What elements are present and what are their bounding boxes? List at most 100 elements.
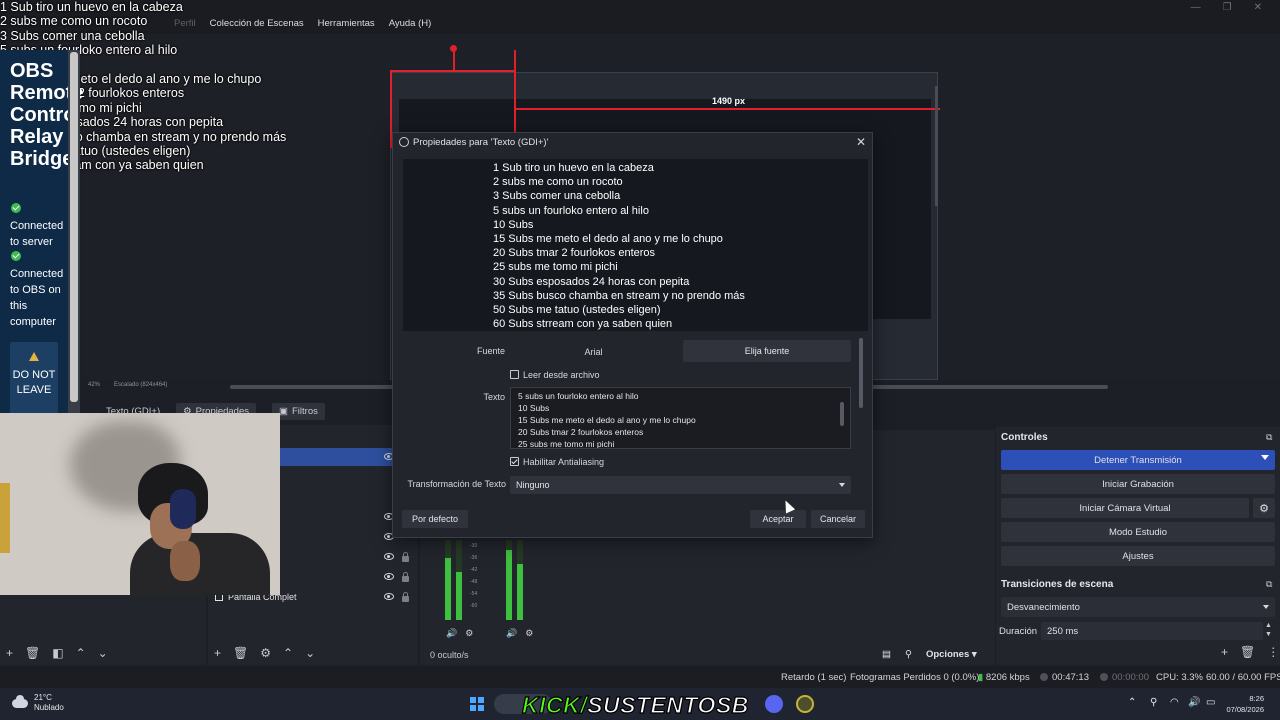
- filter-icon[interactable]: ◧: [52, 646, 63, 660]
- trash-icon[interactable]: 🗑: [25, 646, 40, 660]
- start-virtualcam-button[interactable]: Iniciar Cámara Virtual: [1001, 498, 1249, 518]
- close-icon[interactable]: ✕: [856, 135, 866, 149]
- discord-icon[interactable]: [765, 695, 783, 713]
- signal-icon: ▮: [978, 672, 984, 683]
- undock-icon[interactable]: ⧉: [1266, 579, 1272, 590]
- duration-input[interactable]: 250 ms: [1041, 622, 1263, 640]
- preview-line: 25 subs me tomo mi pichi: [493, 261, 618, 274]
- trash-icon[interactable]: 🗑: [1240, 645, 1255, 659]
- read-from-file-checkbox[interactable]: [510, 370, 519, 379]
- weather-desc: Nublado: [34, 703, 64, 712]
- warning-box: DO NOT LEAVE: [10, 342, 58, 417]
- more-icon[interactable]: ⋮: [1267, 645, 1279, 659]
- cpu-usage: CPU: 3.3%: [1156, 672, 1203, 683]
- add-icon[interactable]: +: [1221, 645, 1228, 659]
- chevron-down-icon[interactable]: [1261, 455, 1269, 460]
- obs-status: Connected to OBS on this computer: [10, 250, 70, 330]
- volume-icon[interactable]: 🔊: [1188, 697, 1200, 708]
- preview-line: 2 subs me como un rocoto: [493, 176, 623, 189]
- check-circle-icon: [11, 203, 21, 213]
- accept-button[interactable]: Aceptar: [750, 510, 806, 528]
- text-transform-select[interactable]: Ninguno: [510, 476, 851, 494]
- maximize-icon[interactable]: ❐: [1223, 2, 1232, 13]
- transitions-toolbar: + 🗑 ⋮: [1221, 645, 1279, 659]
- font-label: Fuente: [476, 346, 505, 356]
- eye-icon[interactable]: [384, 553, 394, 560]
- preview-line: 15 Subs me meto el dedo al ano y me lo c…: [493, 233, 723, 246]
- eye-icon[interactable]: [384, 593, 394, 600]
- antialiasing-checkbox[interactable]: [510, 457, 519, 466]
- record-indicator-icon: [1100, 673, 1108, 681]
- clock[interactable]: 8:26 07/08/2026: [1226, 693, 1264, 715]
- transition-select[interactable]: Desvanecimiento: [1001, 597, 1275, 617]
- preview-line: 35 Subs busco chamba en stream y no pren…: [493, 289, 745, 302]
- preview-line: 60 Subs strream con ya saben quien: [493, 318, 673, 331]
- down-arrow-icon[interactable]: ⌄: [305, 646, 315, 660]
- options-label: Opciones: [925, 649, 970, 660]
- zoom-level[interactable]: 42%: [88, 382, 100, 388]
- up-arrow-icon[interactable]: ⌃: [283, 646, 293, 660]
- battery-icon[interactable]: ▭: [1206, 697, 1215, 708]
- undock-icon[interactable]: ⧉: [1266, 432, 1272, 443]
- minimize-icon[interactable]: —: [1191, 2, 1201, 13]
- choose-font-button[interactable]: Elija fuente: [683, 340, 851, 362]
- overlay-line: 3 Subs comer una cebolla: [0, 28, 145, 43]
- trash-icon[interactable]: 🗑: [233, 646, 248, 660]
- up-arrow-icon[interactable]: ⌃: [76, 646, 86, 660]
- chevron-down-icon: [1263, 605, 1269, 609]
- lock-icon[interactable]: [402, 572, 409, 582]
- mixer-icons: 🔊 ⚙: [506, 628, 533, 639]
- bitrate-value: 8206 kbps: [985, 672, 1030, 683]
- eye-icon[interactable]: [384, 573, 394, 580]
- cancel-button[interactable]: Cancelar: [811, 510, 865, 528]
- remote-panel-scrollbar[interactable]: [68, 50, 80, 415]
- menu-ayuda[interactable]: Ayuda (H): [389, 18, 432, 29]
- speaker-icon[interactable]: 🔊: [446, 628, 457, 639]
- preview-line: 3 Subs comer una cebolla: [493, 190, 621, 203]
- chevron-up-icon[interactable]: ⌃: [1128, 697, 1136, 708]
- record-time: 00:00:00: [1100, 672, 1149, 683]
- layout-icon[interactable]: ▤: [882, 649, 891, 660]
- duration-label: Duración: [999, 626, 1038, 637]
- options-dropdown[interactable]: Opciones ▾: [926, 649, 977, 660]
- virtualcam-settings-icon[interactable]: ⚙: [1253, 498, 1275, 518]
- weather-widget[interactable]: 21°C Nublado: [12, 693, 64, 713]
- link-icon[interactable]: ⚲: [905, 649, 912, 660]
- windows-start-icon[interactable]: [470, 697, 484, 711]
- gear-icon[interactable]: ⚙: [260, 646, 271, 660]
- duration-stepper[interactable]: ▲ ▼: [1265, 621, 1272, 639]
- lock-icon[interactable]: [402, 592, 409, 602]
- clock-date: 07/08/2026: [1226, 705, 1264, 714]
- dialog-titlebar: Propiedades para 'Texto (GDI+)' ✕: [393, 133, 872, 151]
- start-recording-button[interactable]: Iniciar Grabación: [1001, 474, 1275, 494]
- gear-icon[interactable]: ⚙: [525, 628, 533, 639]
- audio-meter: [517, 540, 523, 620]
- settings-button[interactable]: Ajustes: [1001, 546, 1275, 566]
- menu-herramientas[interactable]: Herramientas: [318, 18, 375, 29]
- add-icon[interactable]: +: [214, 646, 221, 660]
- read-from-file-label: Leer desde archivo: [523, 370, 600, 380]
- preview-vscrollbar[interactable]: [935, 86, 938, 206]
- textarea-scrollbar[interactable]: [840, 402, 844, 426]
- down-arrow-icon[interactable]: ⌄: [98, 646, 108, 660]
- studio-mode-button[interactable]: Modo Estudio: [1001, 522, 1275, 542]
- stop-streaming-button[interactable]: Detener Transmisión: [1001, 450, 1275, 470]
- status-bar: Retardo (1 sec) Fotogramas Perdidos 0 (0…: [0, 667, 1280, 687]
- transform-label: Transformación de Texto: [407, 479, 506, 489]
- webcam-feed: [0, 413, 280, 595]
- gear-icon[interactable]: ⚙: [465, 628, 473, 639]
- defaults-button[interactable]: Por defecto: [402, 510, 468, 528]
- dialog-scrollbar[interactable]: [859, 338, 863, 408]
- speaker-icon[interactable]: 🔊: [506, 628, 517, 639]
- add-icon[interactable]: +: [6, 646, 13, 660]
- close-window-icon[interactable]: ✕: [1254, 2, 1262, 13]
- text-input[interactable]: 5 subs un fourloko entero al hilo 10 Sub…: [510, 387, 851, 449]
- app-icon[interactable]: [796, 695, 814, 713]
- text-line: 10 Subs: [518, 403, 550, 413]
- warning-icon: [29, 352, 39, 361]
- warning-text: DO NOT LEAVE: [12, 369, 56, 396]
- wifi-icon[interactable]: ◠: [1170, 697, 1179, 708]
- lock-icon[interactable]: [402, 552, 409, 562]
- mixer-icons: 🔊 ⚙: [446, 628, 473, 639]
- location-icon[interactable]: ⚲: [1150, 697, 1157, 708]
